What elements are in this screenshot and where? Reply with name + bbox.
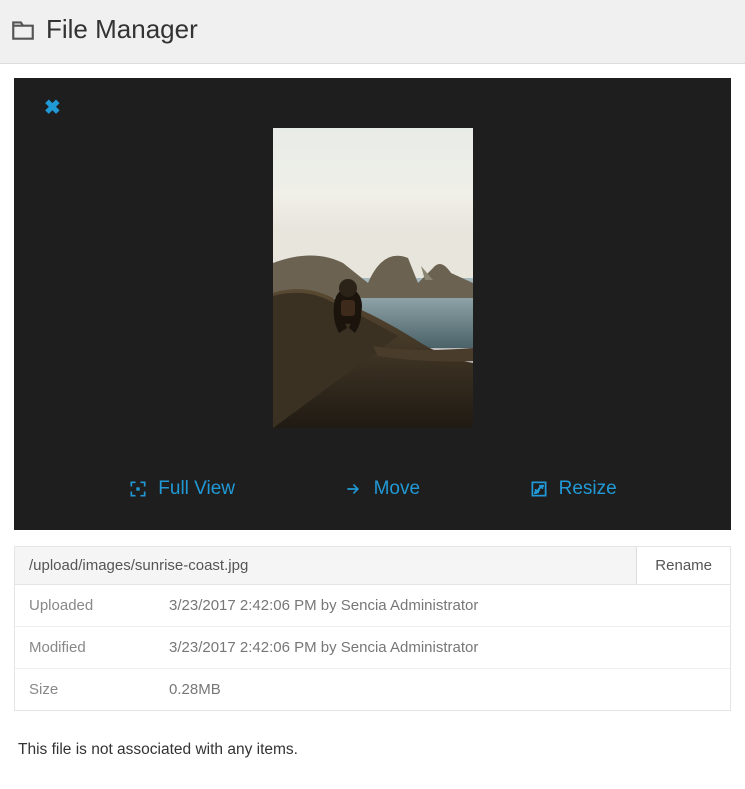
arrow-right-icon [344, 479, 364, 499]
meta-value: 3/23/2017 2:42:06 PM by Sencia Administr… [169, 597, 478, 614]
meta-label: Uploaded [29, 597, 169, 614]
meta-value: 3/23/2017 2:42:06 PM by Sencia Administr… [169, 639, 478, 656]
association-note: This file is not associated with any ite… [14, 741, 731, 759]
fullscreen-icon [128, 479, 148, 499]
resize-button[interactable]: Resize [529, 478, 617, 500]
move-button[interactable]: Move [344, 478, 420, 500]
preview-actions: Full View Move [34, 458, 711, 510]
file-details: /upload/images/sunrise-coast.jpg Rename … [14, 546, 731, 711]
page-header: File Manager [0, 0, 745, 64]
file-path-row: /upload/images/sunrise-coast.jpg Rename [15, 547, 730, 585]
meta-label: Modified [29, 639, 169, 656]
resize-label: Resize [559, 478, 617, 500]
meta-row-size: Size 0.28MB [15, 669, 730, 710]
full-view-label: Full View [158, 478, 235, 500]
close-icon[interactable]: ✖ [44, 98, 61, 118]
content-area: ✖ [0, 64, 745, 789]
image-thumbnail [273, 128, 473, 428]
resize-icon [529, 479, 549, 499]
folder-icon [10, 17, 36, 43]
meta-label: Size [29, 681, 169, 698]
rename-button[interactable]: Rename [636, 547, 730, 584]
preview-panel: ✖ [14, 78, 731, 530]
meta-value: 0.28MB [169, 681, 221, 698]
meta-row-modified: Modified 3/23/2017 2:42:06 PM by Sencia … [15, 627, 730, 669]
image-preview-container [34, 98, 711, 458]
page-title: File Manager [46, 14, 198, 45]
move-label: Move [374, 478, 420, 500]
file-path: /upload/images/sunrise-coast.jpg [15, 547, 636, 584]
full-view-button[interactable]: Full View [128, 478, 235, 500]
meta-row-uploaded: Uploaded 3/23/2017 2:42:06 PM by Sencia … [15, 585, 730, 627]
